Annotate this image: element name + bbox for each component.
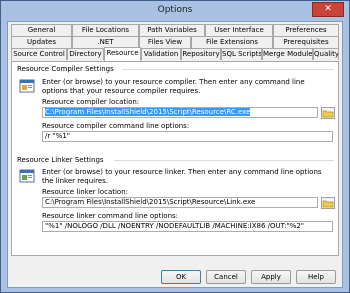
- tab-file-extensions[interactable]: File Extensions: [191, 36, 273, 48]
- compiler-location-label: Resource compiler location:: [42, 98, 140, 106]
- tab-directory[interactable]: Directory: [67, 48, 104, 60]
- ok-button[interactable]: OK: [161, 270, 201, 284]
- compiler-options-input[interactable]: /r "%1": [42, 131, 333, 142]
- cancel-button[interactable]: Cancel: [206, 270, 246, 284]
- resource-compiler-icon: [19, 79, 35, 93]
- apply-button[interactable]: Apply: [251, 270, 291, 284]
- folder-icon: [322, 110, 334, 118]
- tab-preferences[interactable]: Preferences: [273, 24, 339, 36]
- compiler-location-input[interactable]: C:\Program Files\InstallShield\2015\Scri…: [42, 107, 318, 118]
- linker-location-input[interactable]: C:\Program Files\InstallShield\2015\Scri…: [42, 197, 318, 208]
- tab-files-view[interactable]: Files View: [139, 36, 191, 48]
- compiler-location-value: C:\Program Files\InstallShield\2015\Scri…: [45, 108, 251, 116]
- tab-validation[interactable]: Validation: [141, 48, 181, 60]
- tab-file-locations[interactable]: File Locations: [72, 24, 139, 36]
- tab-source-control[interactable]: Source Control: [11, 48, 67, 60]
- compiler-description: Enter (or browse) to your resource compi…: [42, 78, 305, 95]
- resource-linker-icon: [19, 169, 35, 183]
- tab-quality[interactable]: Quality: [313, 48, 339, 60]
- compiler-group-divider: [122, 69, 334, 70]
- compiler-browse-button[interactable]: [321, 107, 335, 119]
- linker-group-title: Resource Linker Settings: [17, 156, 104, 164]
- linker-browse-button[interactable]: [321, 197, 335, 209]
- tab-path-variables[interactable]: Path Variables: [139, 24, 205, 36]
- compiler-group-title: Resource Compiler Settings: [17, 65, 114, 73]
- tab-repository[interactable]: Repository: [181, 48, 221, 60]
- tab-merge-modules[interactable]: Merge Modules: [262, 48, 313, 60]
- options-dialog: Options ✕ General File Locations Path Va…: [0, 0, 350, 293]
- tab-resource[interactable]: Resource: [104, 47, 141, 61]
- help-button[interactable]: Help: [296, 270, 336, 284]
- resource-tab-panel: Resource Compiler Settings Enter (or bro…: [11, 61, 339, 256]
- compiler-options-label: Resource compiler command line options:: [42, 122, 190, 130]
- tab-general[interactable]: General: [11, 24, 72, 36]
- linker-group-divider: [114, 160, 334, 161]
- window-title: Options: [157, 5, 193, 15]
- linker-options-input[interactable]: "%1" /NOLOGO /DLL /NOENTRY /NODEFAULTLIB…: [42, 221, 333, 232]
- close-button[interactable]: ✕: [312, 2, 344, 17]
- tab-prerequisites[interactable]: Prerequisites: [273, 36, 339, 48]
- tab-sql-scripts[interactable]: SQL Scripts: [221, 48, 262, 60]
- folder-icon: [322, 200, 334, 208]
- dialog-client-area: General File Locations Path Variables Us…: [7, 21, 343, 288]
- tab-user-interface[interactable]: User Interface: [205, 24, 273, 36]
- tab-updates[interactable]: Updates: [11, 36, 72, 48]
- linker-location-label: Resource linker location:: [42, 188, 128, 196]
- linker-description: Enter (or browse) to your resource linke…: [42, 168, 322, 185]
- linker-options-label: Resource linker command line options:: [42, 212, 179, 220]
